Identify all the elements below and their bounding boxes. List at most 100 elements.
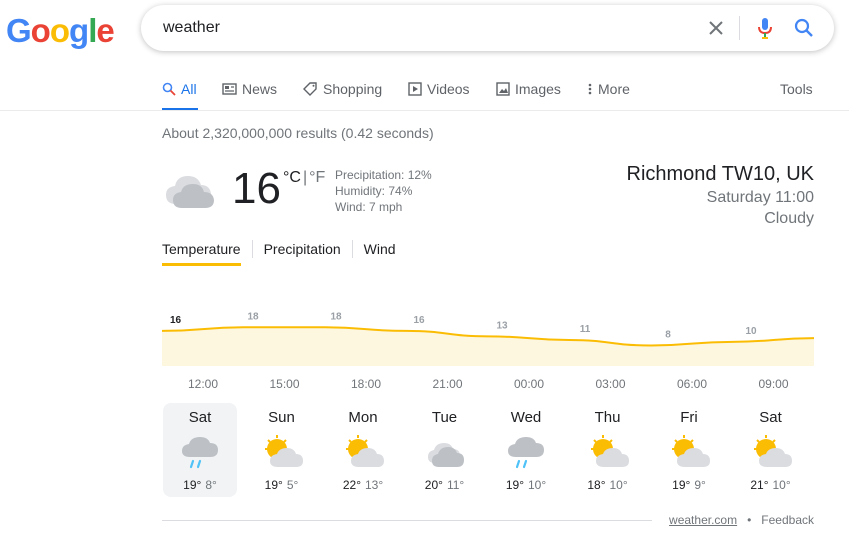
day-name: Thu (594, 409, 621, 426)
weather-time: Saturday 11:00 (706, 189, 814, 206)
logo-letter: o (30, 12, 51, 49)
tab-wind[interactable]: Wind (364, 238, 396, 266)
tab-label: News (242, 81, 278, 97)
temperature-area (162, 327, 814, 366)
tab-more[interactable]: More (587, 78, 630, 111)
search-box (141, 5, 834, 51)
search-input[interactable] (163, 5, 683, 51)
weather-condition: Cloudy (764, 210, 814, 227)
location-block: Richmond TW10, UK Saturday 11:00 Cloudy (627, 161, 814, 229)
day-temperatures: 19° 8° (163, 478, 237, 492)
result-stats: About 2,320,000,000 results (0.42 second… (162, 125, 434, 141)
hour-label: 06:00 (676, 377, 708, 391)
tab-label: All (181, 81, 197, 97)
search-icon[interactable] (792, 16, 816, 40)
tab-label: Videos (427, 81, 470, 97)
tag-icon (303, 82, 317, 96)
high-temp: 21° (750, 478, 769, 492)
temperature-label: 16 (413, 315, 425, 326)
low-temp: 5° (286, 478, 299, 492)
day-forecast[interactable]: Wed 19° 10° (489, 403, 563, 497)
news-icon (222, 83, 237, 95)
day-forecast[interactable]: Mon 22° 13° (326, 403, 400, 497)
weather-details: Precipitation: 12% Humidity: 74% Wind: 7… (335, 167, 432, 215)
hour-label: 15:00 (269, 377, 300, 391)
day-temperatures: 20° 11° (408, 478, 482, 492)
temperature-label: 16 (170, 315, 182, 326)
high-temp: 22° (342, 478, 361, 492)
play-icon (408, 82, 422, 96)
temperature-label: 11 (580, 324, 591, 335)
low-temp: 10° (609, 478, 628, 492)
tab-label: More (598, 81, 630, 97)
google-logo[interactable]: Google (6, 12, 115, 50)
tab-news[interactable]: News (222, 78, 277, 111)
weather-footer: weather.com • Feedback (669, 513, 814, 527)
temperature-label: 10 (745, 326, 757, 337)
high-temp: 19° (183, 478, 202, 492)
hour-label: 21:00 (432, 377, 463, 391)
rain-cloud-icon (489, 433, 563, 471)
temperature-label: 18 (247, 311, 259, 322)
tab-shopping[interactable]: Shopping (303, 78, 382, 111)
logo-letter: l (88, 12, 97, 49)
unit-separator: | (302, 169, 308, 186)
day-forecast[interactable]: Tue 20° 11° (408, 403, 482, 497)
location-name: Richmond TW10, UK (626, 163, 814, 185)
tabs-divider (0, 110, 849, 111)
day-forecast[interactable]: Sun 19° 5° (245, 403, 319, 497)
mic-icon[interactable] (753, 16, 777, 40)
logo-letter: o (49, 12, 70, 49)
low-temp: 13° (365, 478, 384, 492)
day-temperatures: 19° 9° (652, 478, 726, 492)
low-temp: 11° (446, 478, 465, 492)
feedback-link[interactable]: Feedback (761, 513, 814, 527)
tab-label: Shopping (323, 81, 383, 97)
temperature-label: 8 (665, 329, 671, 340)
day-forecast[interactable]: Sat 21° 10° (734, 403, 808, 497)
tab-images[interactable]: Images (496, 78, 561, 111)
tools-button[interactable]: Tools (780, 78, 813, 111)
partly-cloudy-icon (326, 433, 400, 471)
tab-temperature[interactable]: Temperature (162, 238, 241, 266)
temperature-label: 13 (496, 320, 508, 331)
day-temperatures: 18° 10° (571, 478, 645, 492)
weather-tabs: Temperature Precipitation Wind (162, 238, 396, 266)
high-temp: 18° (587, 478, 606, 492)
tab-precipitation[interactable]: Precipitation (264, 238, 341, 266)
hour-label: 03:00 (595, 377, 626, 391)
precipitation-text: Precipitation: 12% (335, 168, 432, 182)
partly-cloudy-icon (571, 433, 645, 471)
day-name: Fri (680, 409, 698, 426)
close-icon[interactable] (704, 16, 728, 40)
unit-toggle: °C | °F (283, 169, 325, 187)
tab-videos[interactable]: Videos (408, 78, 470, 111)
day-forecast[interactable]: Sat 19° 8° (163, 403, 237, 497)
hour-label: 00:00 (513, 377, 545, 391)
wind-text: Wind: 7 mph (335, 200, 403, 214)
high-temp: 19° (505, 478, 524, 492)
weather-tab-divider (251, 240, 253, 258)
day-name: Sat (188, 409, 212, 426)
temperature-chart: 16 18 18 16 13 11 8 10 (162, 311, 814, 366)
tab-all[interactable]: All (162, 78, 198, 111)
day-temperatures: 22° 13° (326, 478, 400, 492)
hour-label: 09:00 (758, 377, 789, 391)
partly-cloudy-icon (652, 433, 726, 471)
day-forecast[interactable]: Fri 19° 9° (652, 403, 726, 497)
partly-cloudy-icon (734, 433, 808, 471)
logo-letter: g (69, 12, 89, 49)
day-forecast[interactable]: Thu 18° 10° (571, 403, 645, 497)
daily-forecast: Sat 19° 8° Sun 19° 5° Mon 22° 13° Tue 20° 11° Wed 19°… (162, 403, 814, 498)
celsius-button[interactable]: °C (283, 169, 301, 187)
footer-divider (162, 520, 652, 521)
low-temp: 8° (205, 478, 217, 492)
fahrenheit-button[interactable]: °F (309, 169, 325, 187)
humidity-text: Humidity: 74% (335, 184, 413, 198)
high-temp: 19° (264, 478, 283, 492)
source-link[interactable]: weather.com (669, 513, 737, 527)
day-temperatures: 21° 10° (734, 478, 808, 492)
hour-label: 12:00 (187, 377, 219, 391)
logo-letter: G (6, 12, 32, 49)
partly-cloudy-icon (245, 433, 319, 471)
